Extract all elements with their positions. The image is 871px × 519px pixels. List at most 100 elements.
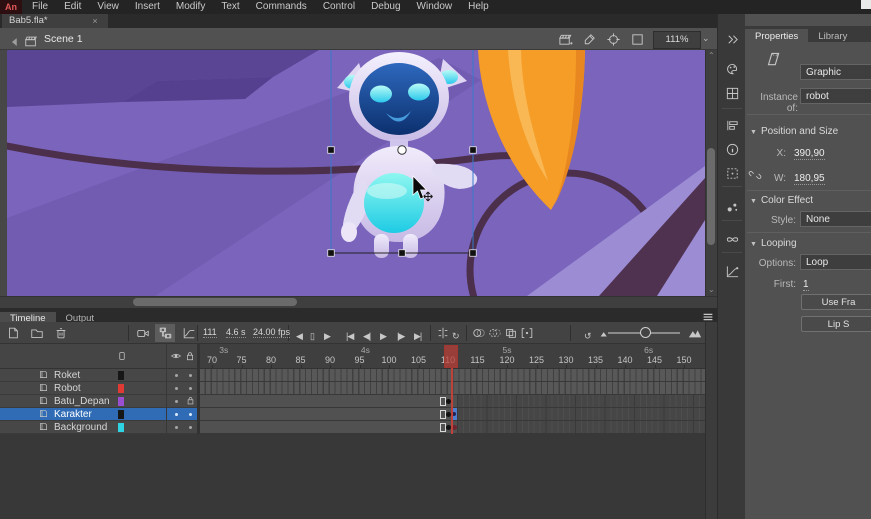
swatches-icon[interactable]	[725, 86, 740, 101]
clapperboard-icon[interactable]	[24, 34, 38, 48]
empty-frames[interactable]	[457, 395, 705, 407]
center-stage-icon[interactable]	[606, 32, 621, 47]
new-layer-icon[interactable]	[6, 326, 20, 340]
layer-name[interactable]: Karakter	[54, 409, 92, 420]
empty-frames[interactable]	[457, 408, 705, 420]
transform-point-handle[interactable]	[398, 146, 406, 154]
lock-icon[interactable]	[184, 350, 196, 362]
new-folder-icon[interactable]	[30, 326, 44, 340]
align-icon[interactable]	[725, 118, 740, 133]
brush-library-icon[interactable]	[725, 200, 740, 215]
layer-parenting-icon[interactable]	[158, 326, 172, 340]
layer-outline-color-swatch[interactable]	[118, 384, 124, 393]
layer-outline-color-swatch[interactable]	[118, 371, 124, 380]
transform-icon[interactable]	[725, 166, 740, 181]
back-arrow-icon[interactable]	[8, 35, 22, 49]
playhead-marker[interactable]	[444, 345, 458, 368]
go-to-first-icon[interactable]: |◀	[346, 331, 353, 341]
layer-name[interactable]: Robot	[54, 383, 81, 394]
layer-color-column-icon[interactable]	[116, 350, 128, 362]
loop-playback-icon[interactable]: ↻	[452, 331, 459, 341]
edit-symbols-icon[interactable]	[582, 32, 597, 47]
eye-icon[interactable]	[170, 350, 182, 362]
stage-hscroll-thumb[interactable]	[133, 298, 297, 306]
clip-content-icon[interactable]	[630, 32, 645, 47]
layer-visibility-dot[interactable]	[175, 387, 178, 390]
play-icon[interactable]: ▶	[380, 331, 386, 341]
motion-editor-icon[interactable]	[725, 264, 740, 279]
layer-outline-color-swatch[interactable]	[118, 423, 124, 432]
step-forward-icon[interactable]: |▶	[397, 331, 404, 341]
color-icon[interactable]	[725, 62, 740, 77]
zoom-slider-knob[interactable]	[640, 327, 651, 338]
graphic-symbol-icon[interactable]	[764, 50, 782, 68]
graph-view-icon[interactable]	[182, 326, 196, 340]
collapse-panels-icon[interactable]	[725, 32, 740, 47]
step-back-icon[interactable]: ◀|	[363, 331, 370, 341]
layer-visibility-dot[interactable]	[175, 374, 178, 377]
properties-tab-properties[interactable]: Properties	[745, 29, 808, 45]
layer-row-roket[interactable]: Roket	[0, 369, 197, 382]
broken-link-icon[interactable]	[748, 168, 762, 182]
looping-section-header[interactable]: ▼Looping	[750, 238, 797, 249]
layer-row-robot[interactable]: Robot	[0, 382, 197, 395]
go-to-last-icon[interactable]: ▶|	[414, 331, 421, 341]
lock-icon[interactable]	[184, 350, 196, 362]
layer-lock-dot[interactable]	[189, 374, 192, 377]
camera-icon[interactable]	[136, 326, 150, 340]
layer-visibility-dot[interactable]	[175, 426, 178, 429]
symbol-type-dropdown[interactable]: Graphic	[800, 64, 871, 80]
layer-lock-dot[interactable]	[189, 426, 192, 429]
layer-lock-dot[interactable]	[189, 387, 192, 390]
eye-icon[interactable]	[170, 350, 182, 362]
window-button-partial[interactable]	[861, 0, 871, 9]
layer-page-icon[interactable]	[38, 395, 49, 406]
current-frame-field[interactable]: 111	[203, 327, 217, 338]
layer-locked-icon[interactable]	[185, 395, 196, 406]
menu-control[interactable]: Control	[315, 0, 363, 14]
color-effect-section-header[interactable]: ▼Color Effect	[750, 195, 813, 206]
layer-name[interactable]: Batu_Depan	[54, 396, 110, 407]
zoom-in-frames-icon[interactable]	[688, 326, 702, 340]
menu-window[interactable]: Window	[409, 0, 461, 14]
chevron-down-icon[interactable]: ⌄	[702, 33, 710, 44]
style-dropdown[interactable]: None	[800, 211, 871, 227]
w-value[interactable]: 180,95	[794, 173, 825, 185]
reset-timeline-zoom-icon[interactable]: ↺	[584, 331, 591, 341]
empty-frames[interactable]	[457, 421, 705, 433]
menu-debug[interactable]: Debug	[363, 0, 408, 14]
menu-view[interactable]: View	[89, 0, 127, 14]
menu-modify[interactable]: Modify	[168, 0, 213, 14]
menu-edit[interactable]: Edit	[56, 0, 89, 14]
layer-row-background[interactable]: Background	[0, 421, 197, 434]
stage-pasteboard[interactable]	[0, 50, 717, 296]
scene-breadcrumb[interactable]: Scene 1	[44, 33, 83, 45]
menu-insert[interactable]: Insert	[127, 0, 168, 14]
onion-skin-icon[interactable]	[472, 326, 486, 340]
cc-libraries-icon[interactable]	[725, 232, 740, 247]
layer-name[interactable]: Background	[54, 422, 107, 433]
stage-horizontal-scrollbar[interactable]	[0, 296, 717, 308]
back-arrow-icon[interactable]	[8, 35, 22, 49]
close-document-icon[interactable]: ×	[88, 14, 102, 28]
edit-multiple-frames-icon[interactable]	[504, 326, 518, 340]
layer-page-icon[interactable]	[38, 382, 49, 393]
layer-page-icon[interactable]	[38, 421, 49, 432]
instance-name-field[interactable]: robot	[800, 88, 871, 104]
stage-vscroll-thumb[interactable]	[707, 148, 715, 245]
stage-zoom-input[interactable]: 111%	[653, 31, 701, 49]
layer-outline-color-swatch[interactable]	[118, 410, 124, 419]
layer-visibility-dot[interactable]	[175, 400, 178, 403]
menu-text[interactable]: Text	[213, 0, 247, 14]
layer-visibility-dot[interactable]	[175, 413, 178, 416]
position-size-section-header[interactable]: ▼Position and Size	[750, 126, 838, 137]
menu-help[interactable]: Help	[460, 0, 497, 14]
properties-tab-library[interactable]: Library	[808, 29, 857, 45]
info-icon[interactable]	[725, 142, 740, 157]
first-frame-value[interactable]: 1	[803, 279, 809, 291]
lip-syncing-button[interactable]: Lip S	[801, 316, 871, 332]
layer-page-icon[interactable]	[38, 369, 49, 380]
use-frame-picker-button[interactable]: Use Fra	[801, 294, 871, 310]
lock-icon[interactable]	[185, 395, 196, 406]
center-frame-icon[interactable]	[436, 326, 450, 340]
